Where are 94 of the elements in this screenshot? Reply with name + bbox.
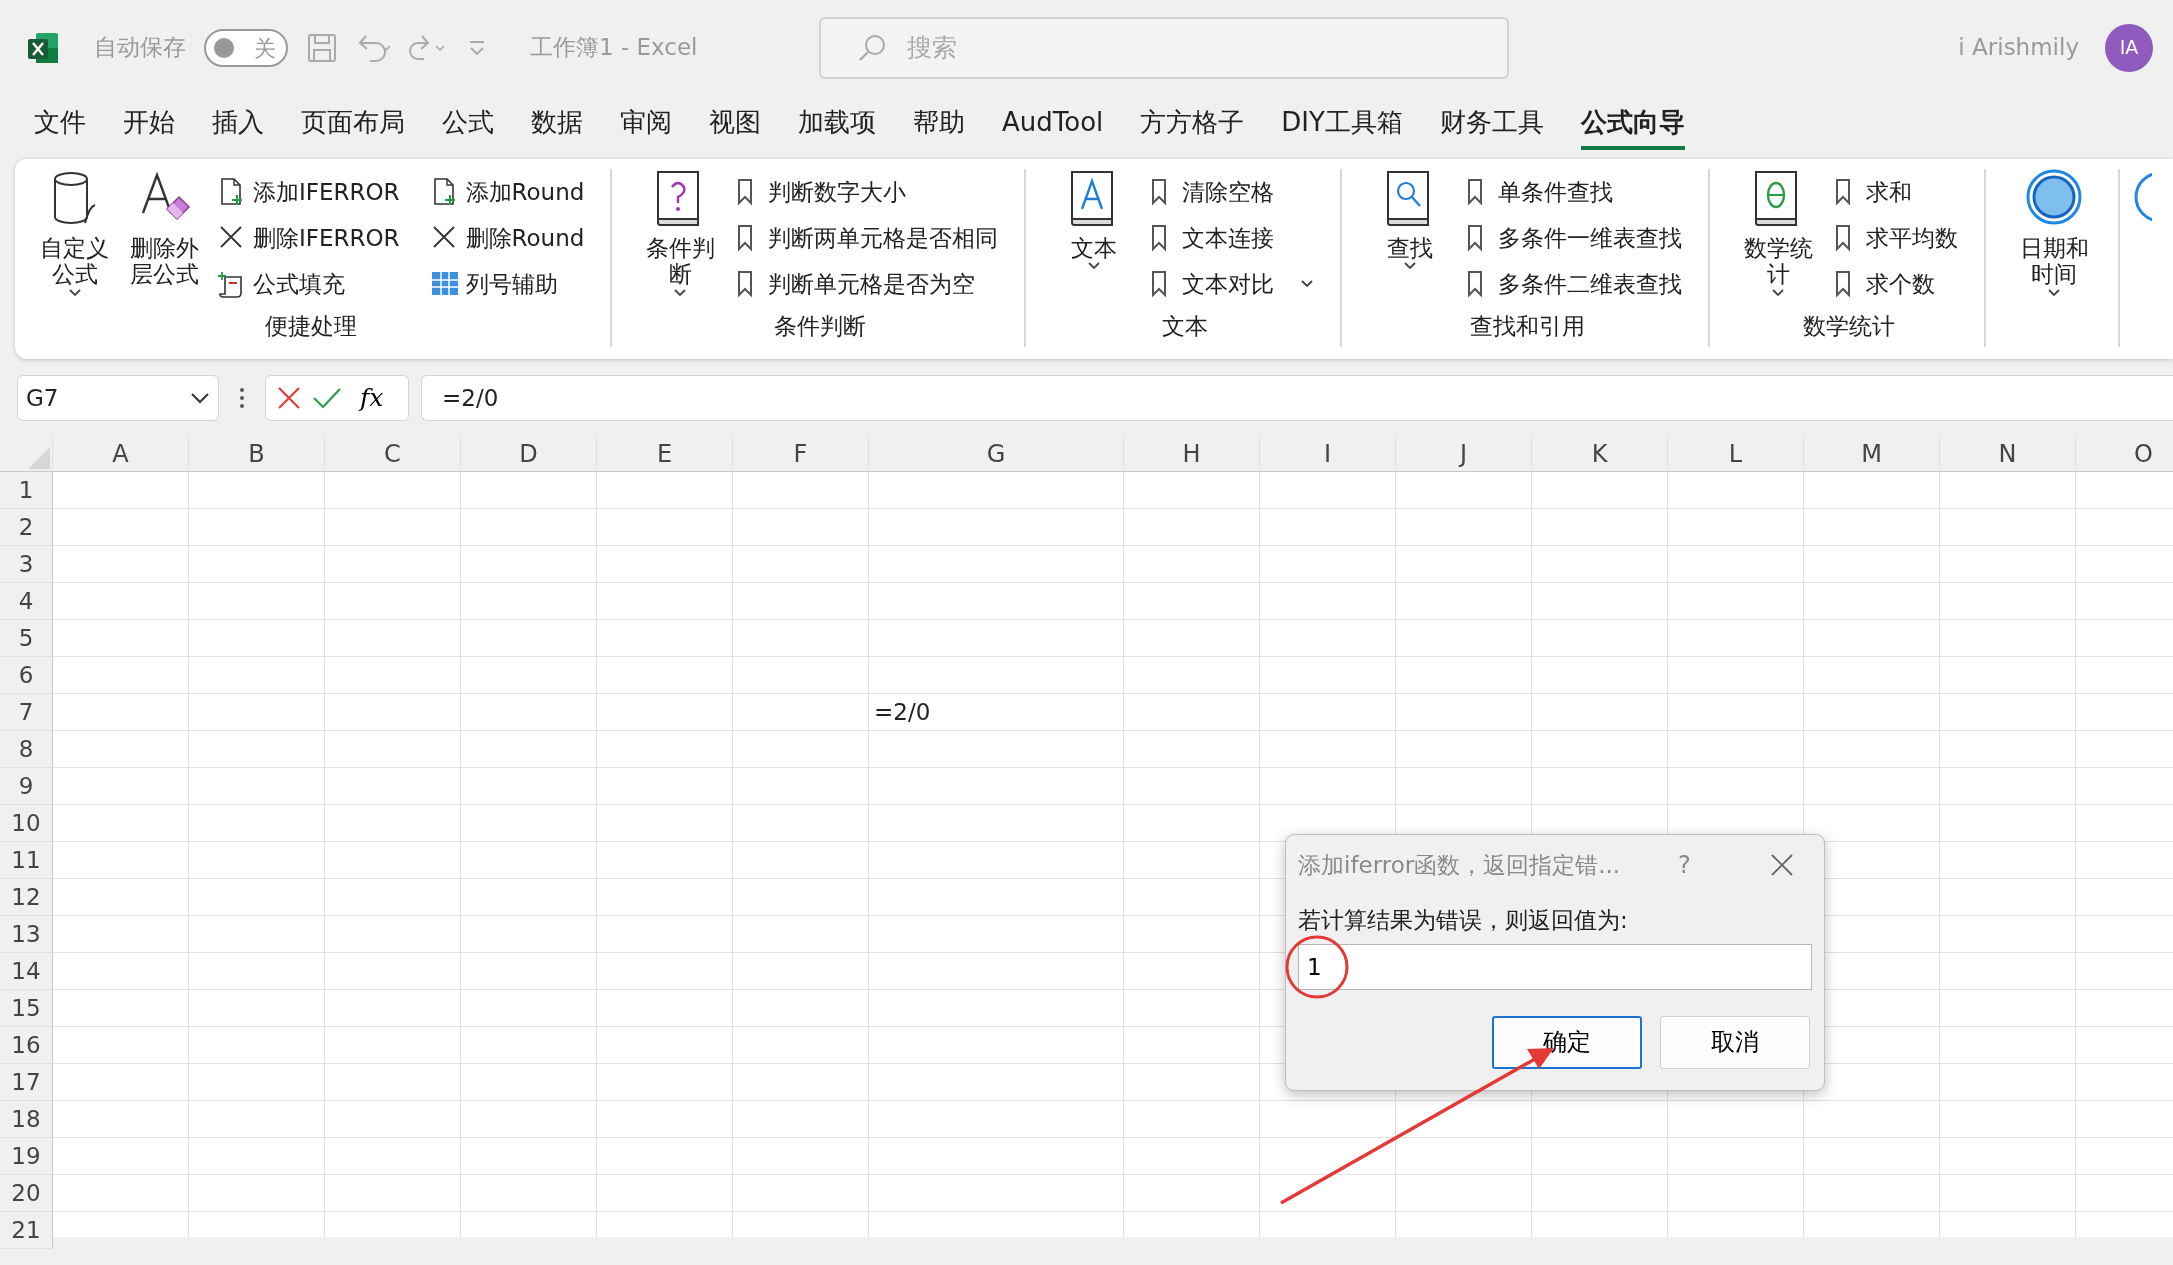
user-avatar[interactable]: IA [2105,23,2153,72]
column-header[interactable]: N [1940,437,2076,472]
row-header[interactable]: 21 [0,1212,53,1249]
ribbon-button[interactable]: 文本连接 [1146,215,1315,261]
ribbon-tab[interactable]: 公式 [442,98,494,150]
ribbon-tab[interactable]: 视图 [709,98,761,150]
ribbon-tab[interactable]: 开始 [123,98,175,150]
ribbon-tab[interactable]: 插入 [212,98,264,150]
ribbon-button[interactable]: 删除Round [429,215,585,261]
row-header[interactable]: 13 [0,916,53,953]
group-label: 便捷处理 [263,312,358,341]
row-header[interactable]: 4 [0,583,53,620]
column-header[interactable]: K [1532,437,1668,472]
row-header[interactable]: 3 [0,546,53,583]
dialog-button[interactable]: 取消 [1660,1015,1810,1069]
row-header[interactable]: 2 [0,509,53,546]
row-header[interactable]: 19 [0,1138,53,1175]
column-header[interactable]: C [325,437,461,472]
ribbon-button[interactable]: 公式填充 [217,261,400,307]
ribbon-button[interactable]: 多条件二维表查找 [1462,261,1683,307]
ribbon-button[interactable]: 日期和时间 [2016,169,2093,309]
user-name: i Arishmily [1958,33,2079,63]
row-header[interactable]: 17 [0,1064,53,1101]
ribbon-button[interactable]: 列号辅助 [429,261,585,307]
ribbon-tab[interactable]: AudTool [1002,98,1104,150]
ribbon-tab[interactable]: 财务工具 [1439,98,1544,150]
row-header[interactable]: 18 [0,1101,53,1138]
row-header[interactable]: 5 [0,620,53,657]
ribbon-tab[interactable]: 页面布局 [301,98,405,150]
ribbon-button[interactable]: 判断两单元格是否相同 [732,215,999,261]
ribbon-tab[interactable]: 方方格子 [1140,98,1245,150]
insert-function-button[interactable]: fx [360,379,384,417]
column-header[interactable]: M [1804,437,1940,472]
document-title: 工作簿1 - Excel [530,33,698,63]
row-header[interactable]: 12 [0,879,53,916]
ribbon-button[interactable]: 求平均数 [1830,215,1959,261]
group-label: 条件判断 [773,312,868,341]
ribbon-button[interactable]: 条件判断 [642,169,719,309]
ribbon-button[interactable]: 清除空格 [1146,169,1315,215]
ribbon-button[interactable]: 查找 [1372,169,1449,309]
dialog-button[interactable]: 确定 [1492,1015,1642,1069]
group-label: 数学统计 [1802,312,1897,341]
column-header[interactable]: A [53,437,189,472]
row-header[interactable]: 14 [0,953,53,990]
formula-field[interactable]: =2/0 [421,375,2173,421]
row-header[interactable]: 9 [0,768,53,805]
name-box[interactable]: G7 [17,375,219,421]
ribbon-tab[interactable]: DIY工具箱 [1281,98,1403,150]
group-label: 文本 [1161,312,1210,341]
ribbon-tab[interactable]: 数据 [531,98,583,150]
ribbon-tab[interactable]: 文件 [34,98,86,150]
answer-field[interactable]: 1 [1298,943,1812,990]
group-label: 查找和引用 [1468,312,1586,341]
row-header[interactable]: 10 [0,805,53,842]
ribbon-tab[interactable]: 审阅 [620,98,672,150]
row-header[interactable]: 20 [0,1175,53,1212]
prompt-label: 若计算结果为错误，则返回值为: [1298,906,1629,935]
ribbon-button[interactable]: 删除外层公式 [127,169,203,309]
ribbon-button[interactable]: 判断数字大小 [732,169,999,215]
column-header[interactable]: B [189,437,325,472]
row-header[interactable]: 11 [0,842,53,879]
autosave-label: 自动保存 [94,33,186,63]
row-header[interactable]: 7 [0,694,53,731]
column-header[interactable]: E [597,437,733,472]
ribbon-button[interactable]: 求个数 [1830,261,1959,307]
column-header[interactable]: O [2076,437,2173,472]
row-header[interactable]: 15 [0,990,53,1027]
dialog-title: 添加iferror函数，返回指定错... [1298,850,1621,880]
ribbon-button[interactable]: 删除IFERROR [217,215,400,261]
row-header[interactable]: 8 [0,731,53,768]
table-cell-text: =2/0 [873,698,932,727]
column-header[interactable]: I [1260,437,1396,472]
row-header[interactable]: 1 [0,472,53,509]
ribbon-button[interactable]: 添加IFERROR [217,169,400,215]
ribbon-button[interactable]: 多条件一维表查找 [1462,215,1683,261]
column-header[interactable]: J [1396,437,1532,472]
ribbon-button[interactable]: 添加Round [429,169,585,215]
row-header[interactable]: 6 [0,657,53,694]
ribbon-button[interactable]: 单条件查找 [1462,169,1683,215]
column-header[interactable]: D [461,437,597,472]
column-header[interactable]: F [733,437,869,472]
column-header[interactable]: H [1124,437,1260,472]
ribbon-button[interactable]: 文本对比 [1146,261,1315,307]
ribbon-button[interactable]: 数学统计 [1740,169,1817,309]
ribbon-button[interactable]: 判断单元格是否为空 [732,261,999,307]
ribbon-button[interactable]: 自定义公式 [37,169,113,309]
row-header[interactable]: 16 [0,1027,53,1064]
ribbon-tab[interactable]: 帮助 [913,98,965,150]
ribbon-button[interactable]: 文本 [1056,169,1133,309]
column-header[interactable]: G [869,437,1124,472]
ribbon-button[interactable]: 求和 [1830,169,1959,215]
ribbon-tab[interactable]: 公式向导 [1580,98,1685,150]
ribbon-tab[interactable]: 加载项 [798,98,876,150]
column-header[interactable]: L [1668,437,1804,472]
